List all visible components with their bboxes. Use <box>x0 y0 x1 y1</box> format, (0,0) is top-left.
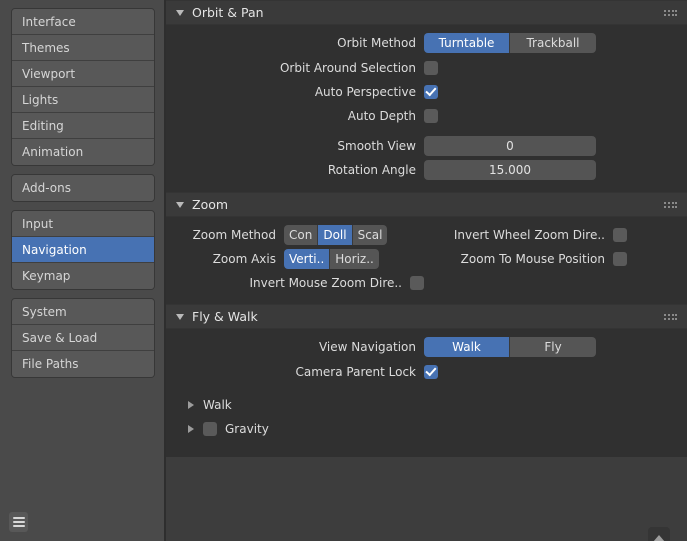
view-navigation-toggle-group: Walk Fly <box>424 337 596 357</box>
sidebar-group-general: Interface Themes Viewport Lights Editing… <box>11 8 155 166</box>
checkbox-gravity[interactable] <box>203 422 217 436</box>
panel-header-fly-and-walk[interactable]: Fly & Walk <box>166 304 687 329</box>
sidebar-item-system[interactable]: System <box>12 299 154 325</box>
panel-stack: Orbit & Pan Orbit Method Turntable Track… <box>166 0 687 457</box>
subsection-label-walk: Walk <box>203 398 232 412</box>
sidebar-item-add-ons[interactable]: Add-ons <box>12 175 154 201</box>
chevron-up-icon[interactable] <box>648 527 670 541</box>
label-orbit-method: Orbit Method <box>166 36 424 50</box>
panel-title-orbit-and-pan: Orbit & Pan <box>192 5 264 20</box>
panel-title-zoom: Zoom <box>192 197 228 212</box>
label-smooth-view: Smooth View <box>166 139 424 153</box>
row-smooth-view: Smooth View 0 <box>166 135 687 157</box>
sidebar-item-save-and-load[interactable]: Save & Load <box>12 325 154 351</box>
zoom-method-option-continue[interactable]: Con <box>284 225 318 245</box>
zoom-axis-toggle-group: Verti.. Horiz.. <box>284 249 379 269</box>
zoom-method-option-scale[interactable]: Scal <box>353 225 388 245</box>
field-rotation-angle[interactable]: 15.000 <box>424 160 596 180</box>
panel-body-zoom: Zoom Method Con Doll Scal Invert Wheel Z… <box>166 217 687 304</box>
checkbox-invert-mouse-zoom-direction[interactable] <box>410 276 424 290</box>
sidebar-item-file-paths[interactable]: File Paths <box>12 351 154 377</box>
label-view-navigation: View Navigation <box>166 340 424 354</box>
panel-header-zoom[interactable]: Zoom <box>166 192 687 217</box>
preferences-sidebar: Interface Themes Viewport Lights Editing… <box>0 0 166 541</box>
label-rotation-angle: Rotation Angle <box>166 163 424 177</box>
sidebar-item-viewport[interactable]: Viewport <box>12 61 154 87</box>
zoom-method-toggle-group: Con Doll Scal <box>284 225 387 245</box>
orbit-method-option-turntable[interactable]: Turntable <box>424 33 510 53</box>
sidebar-item-themes[interactable]: Themes <box>12 35 154 61</box>
label-camera-parent-lock: Camera Parent Lock <box>166 365 424 379</box>
orbit-method-toggle-group: Turntable Trackball <box>424 33 596 53</box>
label-zoom-method: Zoom Method <box>166 228 284 242</box>
checkbox-orbit-around-selection[interactable] <box>424 61 438 75</box>
subsection-walk[interactable]: Walk <box>166 393 687 417</box>
row-invert-wheel-zoom-direction: Invert Wheel Zoom Dire.. <box>442 228 627 242</box>
subsection-gravity[interactable]: Gravity <box>166 417 687 441</box>
preferences-window: Interface Themes Viewport Lights Editing… <box>0 0 687 541</box>
row-zoom-method: Zoom Method Con Doll Scal Invert Wheel Z… <box>166 224 687 246</box>
chevron-right-icon[interactable] <box>188 401 194 409</box>
checkbox-auto-perspective[interactable] <box>424 85 438 99</box>
sidebar-item-input[interactable]: Input <box>12 211 154 237</box>
label-invert-mouse-zoom-direction: Invert Mouse Zoom Dire.. <box>166 276 410 290</box>
sidebar-item-interface[interactable]: Interface <box>12 9 154 35</box>
label-orbit-around-selection: Orbit Around Selection <box>166 61 424 75</box>
row-zoom-to-mouse-position: Zoom To Mouse Position <box>442 252 627 266</box>
label-auto-perspective: Auto Perspective <box>166 85 424 99</box>
sidebar-item-navigation[interactable]: Navigation <box>12 237 154 263</box>
row-zoom-axis: Zoom Axis Verti.. Horiz.. Zoom To Mouse … <box>166 248 687 270</box>
grip-dots-icon[interactable] <box>664 10 678 17</box>
panel-header-orbit-and-pan[interactable]: Orbit & Pan <box>166 0 687 25</box>
checkbox-camera-parent-lock[interactable] <box>424 365 438 379</box>
row-orbit-method: Orbit Method Turntable Trackball <box>166 32 687 54</box>
zoom-method-option-dolly[interactable]: Doll <box>318 225 352 245</box>
label-zoom-axis: Zoom Axis <box>166 252 284 266</box>
view-navigation-option-walk[interactable]: Walk <box>424 337 510 357</box>
grip-dots-icon[interactable] <box>664 202 678 209</box>
sidebar-group-input: Input Navigation Keymap <box>11 210 155 290</box>
grip-dots-icon[interactable] <box>664 314 678 321</box>
hamburger-icon[interactable] <box>9 512 28 532</box>
preferences-main: Orbit & Pan Orbit Method Turntable Track… <box>166 0 687 541</box>
label-auto-depth: Auto Depth <box>166 109 424 123</box>
row-camera-parent-lock: Camera Parent Lock <box>166 361 687 383</box>
sidebar-item-editing[interactable]: Editing <box>12 113 154 139</box>
field-smooth-view[interactable]: 0 <box>424 136 596 156</box>
label-zoom-to-mouse-position: Zoom To Mouse Position <box>442 252 613 266</box>
sidebar-item-keymap[interactable]: Keymap <box>12 263 154 289</box>
row-auto-depth: Auto Depth <box>166 105 687 127</box>
checkbox-zoom-to-mouse-position[interactable] <box>613 252 627 266</box>
zoom-axis-option-horizontal[interactable]: Horiz.. <box>330 249 379 269</box>
sidebar-item-animation[interactable]: Animation <box>12 139 154 165</box>
view-navigation-option-fly[interactable]: Fly <box>510 337 596 357</box>
orbit-method-option-trackball[interactable]: Trackball <box>510 33 596 53</box>
row-orbit-around-selection: Orbit Around Selection <box>166 57 687 79</box>
panel-body-fly-and-walk: View Navigation Walk Fly Camera Parent L… <box>166 329 687 457</box>
checkbox-auto-depth[interactable] <box>424 109 438 123</box>
chevron-down-icon <box>176 314 184 320</box>
chevron-down-icon <box>176 202 184 208</box>
checkbox-invert-wheel-zoom-direction[interactable] <box>613 228 627 242</box>
subsection-label-gravity: Gravity <box>225 422 269 436</box>
row-view-navigation: View Navigation Walk Fly <box>166 336 687 358</box>
panel-body-orbit-and-pan: Orbit Method Turntable Trackball Orbit A… <box>166 25 687 192</box>
chevron-down-icon <box>176 10 184 16</box>
label-invert-wheel-zoom-direction: Invert Wheel Zoom Dire.. <box>442 228 613 242</box>
chevron-right-icon[interactable] <box>188 425 194 433</box>
row-invert-mouse-zoom-direction: Invert Mouse Zoom Dire.. <box>166 272 687 294</box>
panel-title-fly-and-walk: Fly & Walk <box>192 309 258 324</box>
zoom-axis-option-vertical[interactable]: Verti.. <box>284 249 330 269</box>
sidebar-group-addons: Add-ons <box>11 174 155 202</box>
row-rotation-angle: Rotation Angle 15.000 <box>166 159 687 181</box>
sidebar-item-lights[interactable]: Lights <box>12 87 154 113</box>
sidebar-group-system: System Save & Load File Paths <box>11 298 155 378</box>
row-auto-perspective: Auto Perspective <box>166 81 687 103</box>
